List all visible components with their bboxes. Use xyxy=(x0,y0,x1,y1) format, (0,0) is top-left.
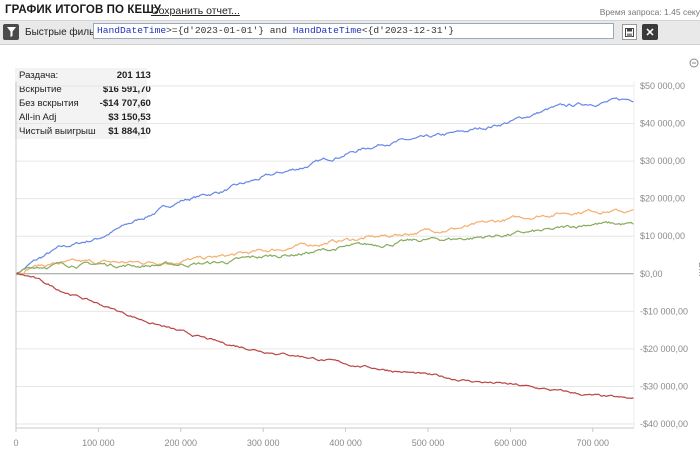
save-filter-button[interactable] xyxy=(622,24,637,40)
series-line-1 xyxy=(15,208,635,275)
quick-filter-bar: Быстрые фильтр HandDateTime>={d'2023-01-… xyxy=(0,20,700,45)
stats-label: Без вскрытия xyxy=(19,97,79,109)
x-tick-label: 100 000 xyxy=(82,438,115,448)
zoom-reset-icon[interactable] xyxy=(689,58,699,68)
title-bar: ГРАФИК ИТОГОВ ПО КЕШУ Сохранить отчет...… xyxy=(0,0,700,22)
x-tick-label: 400 000 xyxy=(329,438,362,448)
filter-funnel-icon xyxy=(6,27,16,37)
floppy-save-icon xyxy=(625,27,634,37)
y-tick-label: -$10 000,00 xyxy=(640,306,688,316)
page-title: ГРАФИК ИТОГОВ ПО КЕШУ xyxy=(5,4,162,16)
stats-row: Без вскрытия -$14 707,60 xyxy=(15,96,154,110)
y-tick-label: $50 000,00 xyxy=(640,81,685,91)
filter-button[interactable] xyxy=(3,24,19,40)
stats-label: All-in Adj xyxy=(19,112,57,124)
series-line-3 xyxy=(15,272,635,399)
x-tick-label: 300 000 xyxy=(247,438,280,448)
y-tick-label: $20 000,00 xyxy=(640,194,685,204)
x-tick-label: 500 000 xyxy=(412,438,445,448)
filter-field-token: HandDateTime xyxy=(97,25,167,36)
stats-value: $1 884,10 xyxy=(108,126,151,138)
y-tick-label: -$40 000,00 xyxy=(640,419,688,429)
x-tick-label: 200 000 xyxy=(165,438,198,448)
close-filter-button[interactable]: ✕ xyxy=(642,24,658,40)
y-tick-label: -$20 000,00 xyxy=(640,344,688,354)
close-x-icon: ✕ xyxy=(645,26,655,39)
stats-label: Раздача: xyxy=(19,69,59,81)
series-line-2 xyxy=(15,221,635,276)
stats-label: Вскрытие xyxy=(19,83,62,95)
stats-label: Чистый выигрыш xyxy=(19,126,96,138)
stats-panel: Раздача: 201 113 Вскрытие $16 591,70 Без вск… xyxy=(15,68,154,139)
stats-value: $16 591,70 xyxy=(102,83,151,95)
x-tick-label: 600 000 xyxy=(494,438,527,448)
y-tick-label: $40 000,00 xyxy=(640,119,685,129)
filter-expression-token: >={d'2023-01-01'} and xyxy=(166,25,293,36)
stats-row: All-in Adj $3 150,53 xyxy=(15,111,154,125)
save-report-link[interactable]: Сохранить отчет... xyxy=(151,5,240,17)
filter-field-token: HandDateTime xyxy=(292,25,362,36)
stats-value: $3 150,53 xyxy=(108,112,151,124)
y-tick-label: $30 000,00 xyxy=(640,156,685,166)
y-tick-label: -$30 000,00 xyxy=(640,381,688,391)
quick-filter-label: Быстрые фильтр xyxy=(25,27,104,38)
x-tick-label: 700 000 xyxy=(577,438,610,448)
filter-expression-token: <{d'2023-12-31'} xyxy=(361,25,454,36)
stats-row: Чистый выигрыш $1 884,10 xyxy=(15,125,154,139)
stats-value: 201 113 xyxy=(116,69,151,81)
y-tick-label: $0,00 xyxy=(640,269,663,279)
stats-value: -$14 707,60 xyxy=(99,97,151,109)
stats-row: Вскрытие $16 591,70 xyxy=(15,82,154,96)
quick-filter-input[interactable]: HandDateTime>={d'2023-01-01'} and HandDa… xyxy=(93,23,614,39)
y-tick-label: $10 000,00 xyxy=(640,231,685,241)
query-time-label: Время запроса: 1.45 секу xyxy=(599,7,700,17)
stats-row: Раздача: 201 113 xyxy=(15,68,154,82)
x-tick-label: 0 xyxy=(13,438,18,448)
